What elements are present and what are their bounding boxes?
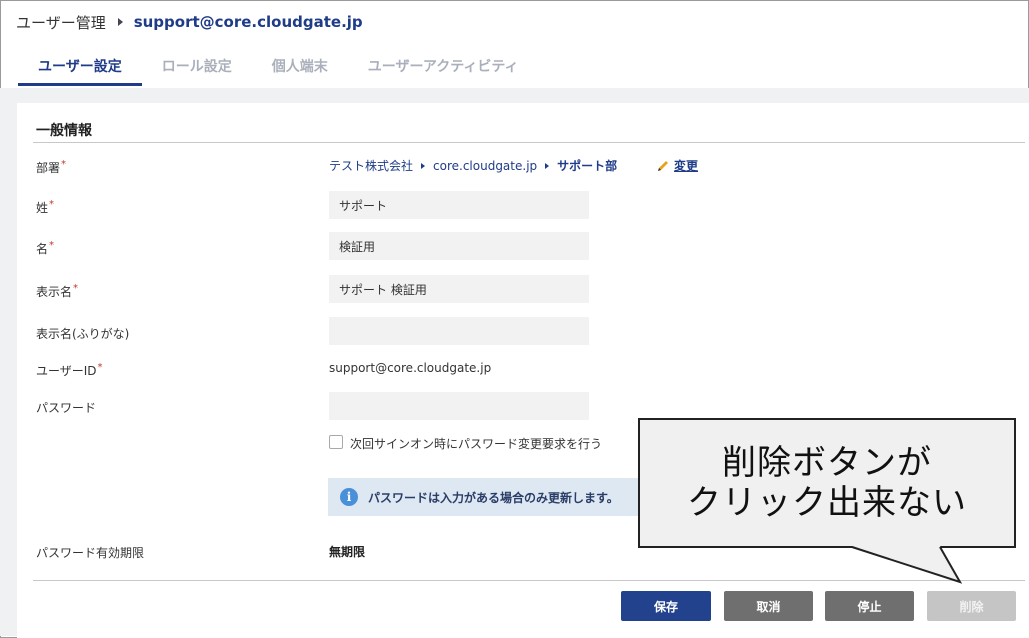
tab-role-settings[interactable]: ロール設定 [142, 54, 252, 86]
stop-button[interactable]: 停止 [825, 591, 914, 621]
section-divider [33, 142, 1025, 143]
delete-button[interactable]: 削除 [927, 591, 1016, 621]
display-kana-label: 表示名(ふりがな) [36, 327, 130, 341]
password-info-text: パスワードは入力がある場合のみ更新します。 [368, 490, 619, 505]
first-name-input[interactable] [329, 232, 589, 260]
display-name-input[interactable] [329, 275, 589, 303]
required-mark: * [73, 283, 79, 294]
change-department-link[interactable]: 変更 [656, 157, 698, 174]
triangle-right-icon [117, 18, 123, 26]
required-mark: * [61, 159, 67, 170]
form-panel [17, 103, 1029, 638]
display-kana-input[interactable] [329, 317, 589, 345]
pencil-icon [658, 160, 668, 171]
cancel-button[interactable]: 取消 [724, 591, 813, 621]
display-name-label: 表示名* [36, 283, 79, 299]
department-path: テスト株式会社 core.cloudgate.jp サポート部 [329, 157, 617, 174]
password-info-box: i パスワードは入力がある場合のみ更新します。 [328, 478, 648, 516]
callout-line-1: 削除ボタンが [722, 443, 932, 483]
breadcrumb: ユーザー管理 support@core.cloudgate.jp [16, 11, 363, 33]
tab-user-activity[interactable]: ユーザーアクティビティ [348, 54, 539, 86]
info-circle-icon: i [340, 488, 358, 506]
required-mark: * [97, 362, 103, 373]
password-change-checkbox-label[interactable]: 次回サインオン時にパスワード変更要求を行う [350, 435, 602, 452]
change-label[interactable]: 変更 [674, 157, 698, 174]
department-company: テスト株式会社 [329, 159, 414, 173]
department-label: 部署* [36, 159, 67, 175]
department-domain: core.cloudgate.jp [433, 158, 538, 173]
first-name-label: 名* [36, 240, 55, 256]
user-id-label: ユーザーID* [36, 362, 103, 378]
tab-personal-devices[interactable]: 個人端末 [252, 54, 348, 86]
section-title: 一般情報 [36, 123, 92, 139]
password-expiry-label: パスワード有効期限 [36, 546, 145, 560]
user-id-value: support@core.cloudgate.jp [329, 361, 492, 375]
department-name: サポート部 [557, 159, 618, 173]
save-button[interactable]: 保存 [621, 591, 711, 621]
breadcrumb-root[interactable]: ユーザー管理 [16, 12, 106, 33]
last-name-input[interactable] [329, 191, 589, 219]
footer-divider [33, 580, 1025, 581]
last-name-label: 姓* [36, 199, 55, 215]
annotation-callout: 削除ボタンが クリック出来ない [638, 418, 1016, 548]
triangle-right-icon [421, 162, 426, 169]
password-expiry-value: 無期限 [329, 545, 366, 559]
required-mark: * [49, 199, 55, 210]
breadcrumb-current-user: support@core.cloudgate.jp [133, 13, 363, 31]
tab-user-settings[interactable]: ユーザー設定 [18, 54, 142, 86]
password-input[interactable] [329, 392, 589, 420]
password-label: パスワード [36, 401, 97, 415]
tab-bar: ユーザー設定 ロール設定 個人端末 ユーザーアクティビティ [18, 54, 539, 86]
triangle-right-icon [545, 162, 550, 169]
password-change-checkbox[interactable] [329, 435, 343, 449]
callout-line-2: クリック出来ない [687, 483, 967, 523]
required-mark: * [49, 240, 55, 251]
